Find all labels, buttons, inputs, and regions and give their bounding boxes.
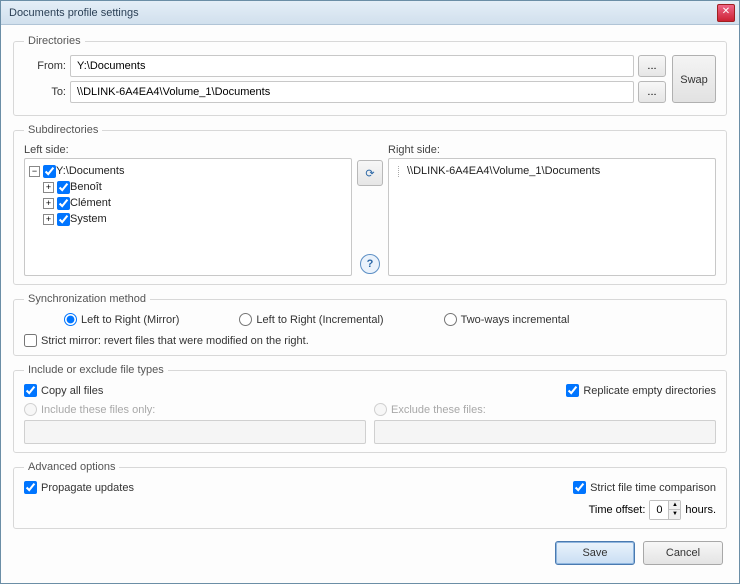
from-label: From: [24, 60, 66, 72]
strict-time-label: Strict file time comparison [590, 482, 716, 494]
right-side-label: Right side: [388, 144, 716, 156]
exclude-radio [374, 403, 387, 416]
cancel-button[interactable]: Cancel [643, 541, 723, 565]
help-button[interactable]: ? [360, 254, 380, 274]
include-exclude-legend: Include or exclude file types [24, 364, 168, 376]
include-only-radio [24, 403, 37, 416]
save-button[interactable]: Save [555, 541, 635, 565]
tree-node-root[interactable]: \\DLINK-6A4EA4\Volume_1\Documents [393, 163, 711, 179]
from-input[interactable] [70, 55, 634, 77]
exclude-option: Exclude these files: [374, 403, 716, 416]
propagate-updates-label: Propagate updates [41, 482, 134, 494]
sync-twoway-option[interactable]: Two-ways incremental [444, 313, 570, 326]
to-label: To: [24, 86, 66, 98]
refresh-button[interactable]: ⟳ [357, 160, 383, 186]
copy-all-option[interactable]: Copy all files [24, 384, 103, 397]
refresh-icon: ⟳ [365, 167, 374, 180]
propagate-updates-checkbox[interactable] [24, 481, 37, 494]
right-tree[interactable]: \\DLINK-6A4EA4\Volume_1\Documents [388, 158, 716, 276]
replicate-empty-option[interactable]: Replicate empty directories [566, 384, 716, 397]
tree-checkbox[interactable] [57, 197, 70, 210]
copy-all-label: Copy all files [41, 385, 103, 397]
tree-label: Benoît [70, 181, 102, 193]
tree-label: \\DLINK-6A4EA4\Volume_1\Documents [407, 165, 600, 177]
copy-all-checkbox[interactable] [24, 384, 37, 397]
sync-incremental-option[interactable]: Left to Right (Incremental) [239, 313, 383, 326]
directories-legend: Directories [24, 35, 85, 47]
tree-label: System [70, 213, 107, 225]
time-offset-input[interactable] [650, 501, 668, 519]
titlebar: Documents profile settings ✕ [1, 1, 739, 25]
replicate-empty-checkbox[interactable] [566, 384, 579, 397]
tree-checkbox[interactable] [57, 213, 70, 226]
advanced-options-group: Advanced options Propagate updates Stric… [13, 461, 727, 529]
dialog-window: Documents profile settings ✕ Directories… [0, 0, 740, 584]
sync-method-legend: Synchronization method [24, 293, 150, 305]
tree-label: Clément [70, 197, 111, 209]
left-side-label: Left side: [24, 144, 352, 156]
sync-twoway-label: Two-ways incremental [461, 314, 570, 326]
sync-mirror-option[interactable]: Left to Right (Mirror) [64, 313, 179, 326]
to-input[interactable] [70, 81, 634, 103]
tree-node-child[interactable]: + Benoît [29, 179, 347, 195]
exclude-input [374, 420, 716, 444]
expand-icon[interactable]: + [43, 214, 54, 225]
sync-incremental-radio[interactable] [239, 313, 252, 326]
expand-icon[interactable]: + [43, 182, 54, 193]
tree-node-child[interactable]: + System [29, 211, 347, 227]
close-button[interactable]: ✕ [717, 4, 735, 22]
time-offset-label: Time offset: [589, 504, 646, 516]
spinner-down-icon[interactable]: ▼ [669, 510, 680, 519]
expand-icon[interactable]: + [43, 198, 54, 209]
tree-node-child[interactable]: + Clément [29, 195, 347, 211]
tree-connector-icon [393, 166, 404, 177]
strict-time-option[interactable]: Strict file time comparison [573, 481, 716, 494]
left-tree[interactable]: − Y:\Documents + Benoît + Clément [24, 158, 352, 276]
strict-mirror-option[interactable]: Strict mirror: revert files that were mo… [24, 334, 716, 347]
subdirectories-group: Subdirectories Left side: − Y:\Documents… [13, 124, 727, 285]
sync-mirror-label: Left to Right (Mirror) [81, 314, 179, 326]
collapse-icon[interactable]: − [29, 166, 40, 177]
sync-twoway-radio[interactable] [444, 313, 457, 326]
sync-method-group: Synchronization method Left to Right (Mi… [13, 293, 727, 356]
to-browse-button[interactable]: ... [638, 81, 666, 103]
tree-checkbox[interactable] [57, 181, 70, 194]
include-exclude-group: Include or exclude file types Copy all f… [13, 364, 727, 453]
tree-label: Y:\Documents [56, 165, 124, 177]
advanced-options-legend: Advanced options [24, 461, 119, 473]
directories-group: Directories From: ... To: ... Swap [13, 35, 727, 116]
strict-mirror-label: Strict mirror: revert files that were mo… [41, 335, 309, 347]
include-only-option: Include these files only: [24, 403, 366, 416]
window-title: Documents profile settings [9, 7, 717, 19]
from-browse-button[interactable]: ... [638, 55, 666, 77]
sync-mirror-radio[interactable] [64, 313, 77, 326]
replicate-empty-label: Replicate empty directories [583, 385, 716, 397]
swap-button[interactable]: Swap [672, 55, 716, 103]
sync-incremental-label: Left to Right (Incremental) [256, 314, 383, 326]
include-only-input [24, 420, 366, 444]
tree-node-root[interactable]: − Y:\Documents [29, 163, 347, 179]
time-offset-spinner[interactable]: ▲ ▼ [649, 500, 681, 520]
propagate-updates-option[interactable]: Propagate updates [24, 481, 134, 494]
dialog-buttons: Save Cancel [13, 537, 727, 565]
tree-checkbox[interactable] [43, 165, 56, 178]
subdirectories-legend: Subdirectories [24, 124, 102, 136]
strict-mirror-checkbox[interactable] [24, 334, 37, 347]
exclude-label: Exclude these files: [391, 404, 486, 416]
strict-time-checkbox[interactable] [573, 481, 586, 494]
content-area: Directories From: ... To: ... Swap [1, 25, 739, 583]
spinner-up-icon[interactable]: ▲ [669, 501, 680, 510]
include-only-label: Include these files only: [41, 404, 155, 416]
hours-label: hours. [685, 504, 716, 516]
